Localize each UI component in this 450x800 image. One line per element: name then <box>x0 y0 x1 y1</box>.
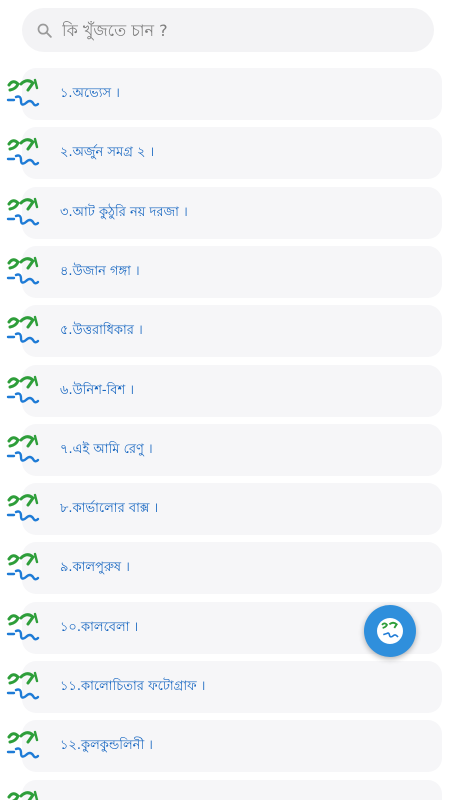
boi-tong-logo-icon <box>6 491 40 527</box>
boi-tong-logo-icon <box>6 432 40 468</box>
boi-tong-logo-icon <box>6 788 40 800</box>
list-item-label: ৩.আট কুঠুরি নয় দরজা । <box>60 205 188 220</box>
list-item-label: ৮.কার্ভালোর বাক্স । <box>60 501 159 516</box>
boi-tong-logo-icon <box>6 669 40 705</box>
boi-tong-logo-icon <box>6 254 40 290</box>
list-item[interactable]: ১২.কুলকুন্ডলিনী । <box>0 720 450 772</box>
list-item[interactable]: ৩.আট কুঠুরি নয় দরজা । <box>0 187 450 239</box>
list-item[interactable]: ৪.উজান গঙ্গা । <box>0 246 450 298</box>
list-item-label: ১১.কালোচিতার ফটোগ্রাফ । <box>60 679 206 694</box>
boi-tong-logo-icon <box>6 76 40 112</box>
list-item[interactable]: ৯.কালপুরুষ । <box>0 542 450 594</box>
search-bar[interactable] <box>22 8 434 52</box>
list-item-label: ২.অর্জুন সমগ্র ২ । <box>60 145 155 160</box>
boi-tong-logo-icon <box>6 610 40 646</box>
list-item-card[interactable] <box>22 780 442 800</box>
boi-tong-logo-icon <box>6 550 40 586</box>
list-item-label: ৪.উজান গঙ্গা । <box>60 264 140 279</box>
boi-tong-logo-icon <box>6 135 40 171</box>
list-item-label: ৬.উনিশ-বিশ । <box>60 383 134 398</box>
list-item-label: ১.অভ্যেস । <box>60 86 120 101</box>
boi-tong-logo-icon <box>377 618 403 644</box>
list-item[interactable]: ২.অর্জুন সমগ্র ২ । <box>0 127 450 179</box>
boi-tong-logo-icon <box>6 728 40 764</box>
boi-tong-logo-icon <box>6 195 40 231</box>
list-item[interactable]: ৫.উত্তরাধিকার । <box>0 305 450 357</box>
list-item-label: ১২.কুলকুন্ডলিনী । <box>60 738 153 753</box>
app-screen: ১.অভ্যেস । ২.অর্জুন সমগ্র ২ । ৩.আট কুঠুরি … <box>0 0 450 800</box>
boi-tong-logo-icon <box>6 373 40 409</box>
list-item[interactable]: ৮.কার্ভালোর বাক্স । <box>0 483 450 535</box>
search-input[interactable] <box>62 8 422 52</box>
list-item-label: ৭.এই আমি রেণু । <box>60 442 153 457</box>
search-icon <box>37 23 52 38</box>
floating-action-button[interactable] <box>364 605 416 657</box>
list-item-label: ৯.কালপুরুষ । <box>60 560 130 575</box>
list-item-label: ৫.উত্তরাধিকার । <box>60 323 143 338</box>
list-item[interactable] <box>0 780 450 800</box>
list-item[interactable]: ৬.উনিশ-বিশ । <box>0 365 450 417</box>
list-item[interactable]: ১১.কালোচিতার ফটোগ্রাফ । <box>0 661 450 713</box>
list-item[interactable]: ৭.এই আমি রেণু । <box>0 424 450 476</box>
list-item-label: ১০.কালবেলা । <box>60 620 139 635</box>
list-item[interactable]: ১.অভ্যেস । <box>0 68 450 120</box>
boi-tong-logo-icon <box>6 313 40 349</box>
